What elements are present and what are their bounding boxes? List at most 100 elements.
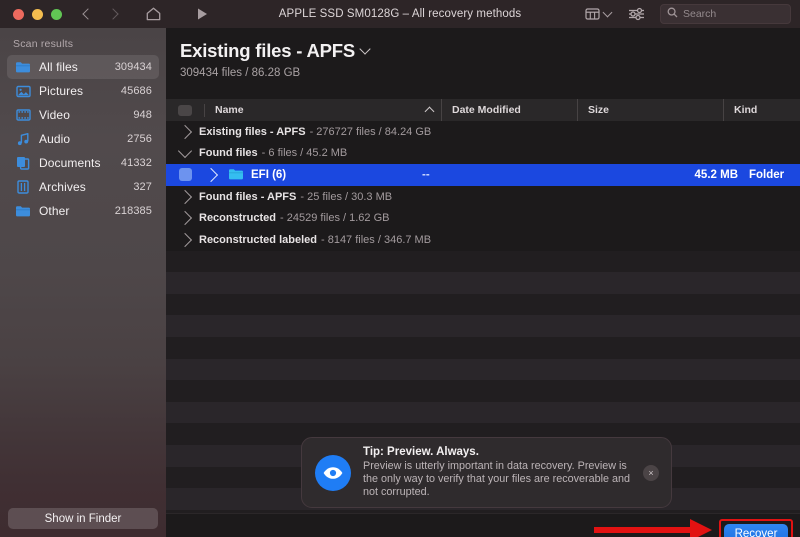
column-header-size[interactable]: Size: [577, 99, 723, 121]
sidebar-item-label: Pictures: [39, 84, 84, 98]
sidebar-item-count: 327: [133, 181, 152, 193]
chevron-right-icon[interactable]: [177, 124, 193, 139]
sidebar-item-audio[interactable]: Audio 2756: [7, 127, 159, 151]
sidebar: Scan results All files 309434 Pictures 4…: [0, 28, 166, 537]
group-meta: - 276727 files / 84.24 GB: [309, 125, 432, 138]
folder-icon: [15, 203, 31, 219]
sidebar-item-count: 2756: [127, 133, 152, 145]
sidebar-item-label: Documents: [39, 156, 101, 170]
search-input[interactable]: Search: [660, 4, 791, 24]
sidebar-item-label: Video: [39, 108, 70, 122]
row-checkbox[interactable]: [166, 168, 204, 182]
table-row[interactable]: Found files - APFS - 25 files / 30.3 MB: [166, 185, 800, 208]
group-label: Reconstructed labeled: [199, 233, 317, 246]
sliders-icon: [628, 0, 645, 28]
table-row[interactable]: EFI (6) -- 45.2 MB Folder: [166, 164, 800, 186]
archive-icon: [15, 179, 31, 195]
sidebar-item-pictures[interactable]: Pictures 45686: [7, 79, 159, 103]
recovery-app-window: APPLE SSD SM0128G – All recovery methods: [0, 0, 800, 537]
sidebar-item-count: 309434: [114, 61, 152, 73]
group-label: Reconstructed: [199, 212, 277, 225]
page-title: Existing files - APFS: [180, 40, 356, 61]
video-icon: [15, 107, 31, 123]
bottom-bar: Recover wsxdn.com: [166, 513, 800, 537]
chevron-right-icon[interactable]: [203, 167, 219, 183]
empty-row: [166, 315, 800, 337]
title-bar: APPLE SSD SM0128G – All recovery methods: [0, 0, 800, 28]
empty-row: [166, 358, 800, 381]
row-size: 45.2 MB: [694, 168, 738, 181]
group-label: Found files: [199, 147, 258, 160]
sidebar-item-all-files[interactable]: All files 309434: [7, 55, 159, 79]
music-icon: [15, 131, 31, 147]
row-name: EFI (6): [251, 168, 287, 181]
recover-highlight-annotation: [719, 519, 793, 537]
sidebar-item-count: 218385: [114, 205, 152, 217]
group-meta: - 6 files / 45.2 MB: [261, 147, 348, 160]
sidebar-item-label: Audio: [39, 132, 71, 146]
empty-row: [166, 250, 800, 273]
empty-row: [166, 401, 800, 424]
chevron-down-icon[interactable]: [177, 144, 193, 159]
sidebar-item-other[interactable]: Other 218385: [7, 199, 159, 223]
sidebar-item-count: 45686: [120, 85, 152, 97]
checkbox-box: [178, 168, 192, 182]
chevron-down-icon[interactable]: [359, 42, 371, 55]
filter-settings-button[interactable]: [617, 0, 656, 28]
sidebar-item-label: Other: [39, 204, 70, 218]
eye-icon: [315, 454, 351, 491]
navigation-buttons: [82, 8, 119, 20]
table-row[interactable]: Existing files - APFS - 276727 files / 8…: [166, 121, 800, 143]
sidebar-item-documents[interactable]: Documents 41332: [7, 151, 159, 175]
column-header-row: Name Date Modified Size Kind: [166, 99, 800, 122]
row-date-modified: --: [422, 168, 430, 181]
chevron-right-icon[interactable]: [177, 232, 193, 247]
chevron-right-icon[interactable]: [177, 211, 193, 226]
main-panel: Existing files - APFS 309434 files / 86.…: [166, 28, 800, 537]
show-in-finder-button[interactable]: Show in Finder: [8, 508, 158, 529]
group-meta: - 24529 files / 1.62 GB: [280, 212, 390, 225]
column-header-name[interactable]: Name: [205, 99, 441, 121]
empty-row: [166, 272, 800, 294]
search-icon: [667, 5, 678, 23]
documents-icon: [15, 155, 31, 171]
page-title-row[interactable]: Existing files - APFS: [180, 40, 800, 62]
close-window-button[interactable]: [13, 8, 24, 20]
sidebar-item-label: Archives: [39, 180, 86, 194]
page-subtitle: 309434 files / 86.28 GB: [180, 67, 301, 79]
home-icon[interactable]: [145, 6, 162, 22]
minimize-window-button[interactable]: [32, 8, 43, 20]
chevron-down-icon: [602, 7, 613, 18]
tip-toast-title: Tip: Preview. Always.: [363, 445, 479, 458]
table-row[interactable]: Reconstructed labeled - 8147 files / 346…: [166, 228, 800, 251]
column-header-kind[interactable]: Kind: [723, 99, 800, 121]
sort-ascending-icon: [424, 106, 435, 116]
tip-toast-body: Tip: Preview. Always. Preview is utterly…: [363, 446, 643, 500]
forward-chevron-icon[interactable]: [107, 8, 119, 20]
close-icon[interactable]: ×: [643, 464, 659, 481]
grid-view-icon: [585, 0, 600, 28]
sidebar-item-label: All files: [39, 60, 78, 74]
sidebar-heading: Scan results: [13, 38, 74, 50]
group-label: Existing files - APFS: [199, 125, 306, 138]
select-all-checkbox[interactable]: [166, 104, 204, 116]
back-chevron-icon[interactable]: [82, 8, 94, 20]
view-options-button[interactable]: [579, 0, 617, 28]
folder-icon: [15, 59, 31, 75]
tip-toast-text: Preview is utterly important in data rec…: [363, 459, 631, 499]
column-header-name-label: Name: [215, 104, 244, 116]
chevron-right-icon[interactable]: [177, 189, 193, 204]
table-row[interactable]: Reconstructed - 24529 files / 1.62 GB: [166, 207, 800, 229]
search-placeholder: Search: [683, 8, 717, 20]
sidebar-item-video[interactable]: Video 948: [7, 103, 159, 127]
red-arrow-annotation: [594, 519, 712, 537]
toolbar-right: Search: [579, 0, 791, 28]
column-header-date-modified[interactable]: Date Modified: [441, 99, 577, 121]
zoom-window-button[interactable]: [51, 8, 62, 20]
sidebar-item-archives[interactable]: Archives 327: [7, 175, 159, 199]
table-row[interactable]: Found files - 6 files / 45.2 MB: [166, 142, 800, 165]
sidebar-item-count: 948: [133, 109, 152, 121]
play-icon[interactable]: [195, 7, 209, 21]
window-controls: [0, 8, 62, 20]
empty-row: [166, 293, 800, 316]
